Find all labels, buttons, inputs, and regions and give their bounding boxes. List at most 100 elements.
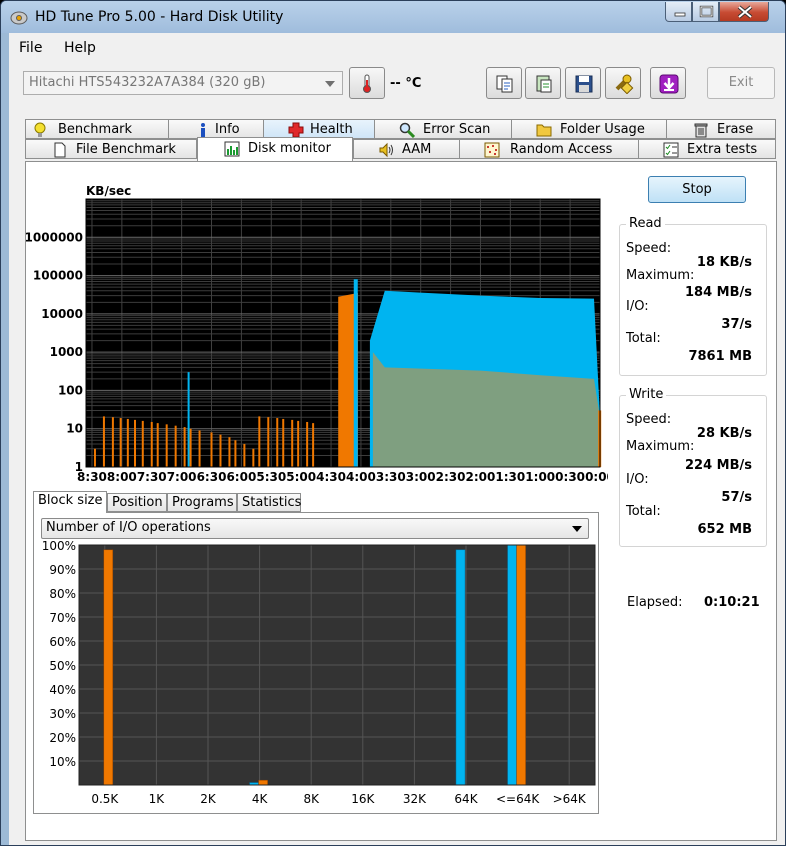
drive-select[interactable]: Hitachi HTS543232A7A384 (320 gB) — [23, 71, 343, 95]
y-tick-label: 40% — [49, 683, 76, 697]
tab-programs[interactable]: Programs — [167, 493, 237, 512]
download-button[interactable] — [650, 67, 686, 99]
read-max-label: Maximum: — [626, 268, 695, 283]
info-icon — [201, 123, 205, 137]
read-group: Read Speed: 18 KB/s Maximum: 184 MB/s I/… — [619, 216, 767, 376]
menu-file[interactable]: File — [19, 40, 42, 56]
save-button[interactable] — [565, 67, 601, 99]
x-tick-label: 0.5K — [91, 792, 119, 806]
copy-results-button[interactable] — [525, 67, 561, 99]
x-tick-label: 3:00 — [406, 470, 436, 484]
x-tick-label: <=64K — [496, 792, 540, 806]
health-cross-icon — [288, 122, 304, 138]
tab-benchmark[interactable]: Benchmark — [25, 119, 169, 139]
floppy-disk-icon — [575, 75, 593, 93]
x-tick-label: 6:00 — [226, 470, 256, 484]
clipboard-icon — [536, 75, 552, 93]
x-tick-label: 0:00 — [585, 470, 608, 484]
metric-select[interactable]: Number of I/O operations — [41, 518, 589, 539]
y-tick-label: 30% — [49, 707, 76, 721]
elapsed-value: 0:10:21 — [704, 595, 760, 610]
read-group-title: Read — [626, 216, 665, 231]
maximize-icon — [699, 5, 714, 18]
menu-help[interactable]: Help — [64, 40, 96, 56]
bar-chart-icon — [224, 141, 240, 157]
y-tick-label: 1000 — [50, 345, 83, 359]
temperature-button[interactable] — [349, 67, 385, 99]
x-tick-label: 0:30 — [555, 470, 585, 484]
tab-extra-tests[interactable]: Extra tests — [638, 139, 776, 159]
chevron-down-icon — [572, 526, 582, 532]
close-window-button[interactable] — [719, 2, 769, 22]
maximize-button[interactable] — [692, 2, 719, 22]
x-tick-label: 64K — [454, 792, 478, 806]
dots-grid-icon — [484, 142, 500, 158]
read-bar — [455, 549, 466, 786]
checklist-icon — [663, 142, 679, 158]
write-speed-value: 28 KB/s — [696, 426, 752, 441]
read-speed-value: 18 KB/s — [696, 255, 752, 270]
x-tick-label: 6:30 — [197, 470, 227, 484]
block-size-panel: Number of I/O operations 100% 90% 80% 70% 60… — [33, 512, 599, 814]
x-tick-label: 2:00 — [466, 470, 496, 484]
tab-folder-usage[interactable]: Folder Usage — [511, 119, 667, 139]
x-tick-label: 4:00 — [346, 470, 376, 484]
y-tick-label: 10% — [49, 755, 76, 769]
y-tick-label: 100 — [58, 383, 83, 397]
x-tick-label: 1:30 — [495, 470, 525, 484]
app-icon — [10, 11, 28, 25]
tab-health[interactable]: Health — [263, 119, 375, 139]
metric-select-value: Number of I/O operations — [46, 520, 211, 535]
tab-statistics[interactable]: Statistics — [237, 493, 301, 512]
y-axis-title: KB/sec — [86, 184, 131, 198]
exit-button[interactable]: Exit — [707, 67, 775, 99]
read-speed-label: Speed: — [626, 241, 672, 256]
chevron-down-icon — [325, 81, 335, 87]
x-tick-label: 4:30 — [316, 470, 346, 484]
copy-icon — [496, 75, 513, 93]
stop-button[interactable]: Stop — [648, 176, 746, 203]
tab-file-benchmark[interactable]: File Benchmark — [25, 139, 197, 159]
y-tick-label: 100% — [42, 541, 76, 553]
x-tick-label: 5:00 — [286, 470, 316, 484]
tab-disk-monitor[interactable]: Disk monitor — [197, 137, 353, 161]
tab-error-scan[interactable]: Error Scan — [374, 119, 512, 139]
minimize-button[interactable] — [665, 2, 692, 22]
tab-position[interactable]: Position — [107, 493, 167, 512]
tab-aam[interactable]: AAM — [353, 139, 460, 159]
x-tick-label: 3:30 — [376, 470, 406, 484]
toolbar: Hitachi HTS543232A7A384 (320 gB) -- °C E… — [9, 67, 785, 109]
x-tick-label: 2K — [200, 792, 217, 806]
write-group-title: Write — [626, 387, 667, 402]
tab-info[interactable]: Info — [168, 119, 264, 139]
close-icon — [737, 5, 753, 19]
tab-block-size[interactable]: Block size — [33, 491, 107, 513]
thermometer-icon — [363, 74, 371, 93]
magnifier-icon — [399, 122, 415, 138]
write-speed-label: Speed: — [626, 412, 672, 427]
drive-select-value: Hitachi HTS543232A7A384 (320 gB) — [29, 75, 266, 90]
read-total-label: Total: — [626, 331, 661, 346]
x-tick-label: 8:30 — [77, 470, 107, 484]
y-tick-label: 100000 — [33, 269, 83, 283]
write-bar — [103, 549, 114, 786]
write-io-value: 57/s — [721, 490, 752, 505]
speaker-icon — [379, 142, 393, 158]
tools-icon — [615, 74, 634, 94]
x-tick-label: 5:30 — [256, 470, 286, 484]
title-bar[interactable]: HD Tune Pro 5.00 - Hard Disk Utility — [1, 1, 785, 33]
write-io-label: I/O: — [626, 472, 649, 487]
x-tick-label: 1:00 — [525, 470, 555, 484]
x-tick-label: 7:00 — [167, 470, 197, 484]
tab-erase[interactable]: Erase — [666, 119, 776, 139]
copy-info-button[interactable] — [486, 67, 522, 99]
y-tick-label: 20% — [49, 731, 76, 745]
read-max-value: 184 MB/s — [685, 285, 752, 300]
options-button[interactable] — [605, 67, 641, 99]
tab-random-access[interactable]: Random Access — [459, 139, 639, 159]
y-tick-label: 10 — [66, 422, 83, 436]
y-tick-label: 90% — [49, 563, 76, 577]
x-tick-label: 32K — [403, 792, 427, 806]
y-tick-label: 10000 — [41, 307, 83, 321]
write-bar — [258, 779, 268, 786]
